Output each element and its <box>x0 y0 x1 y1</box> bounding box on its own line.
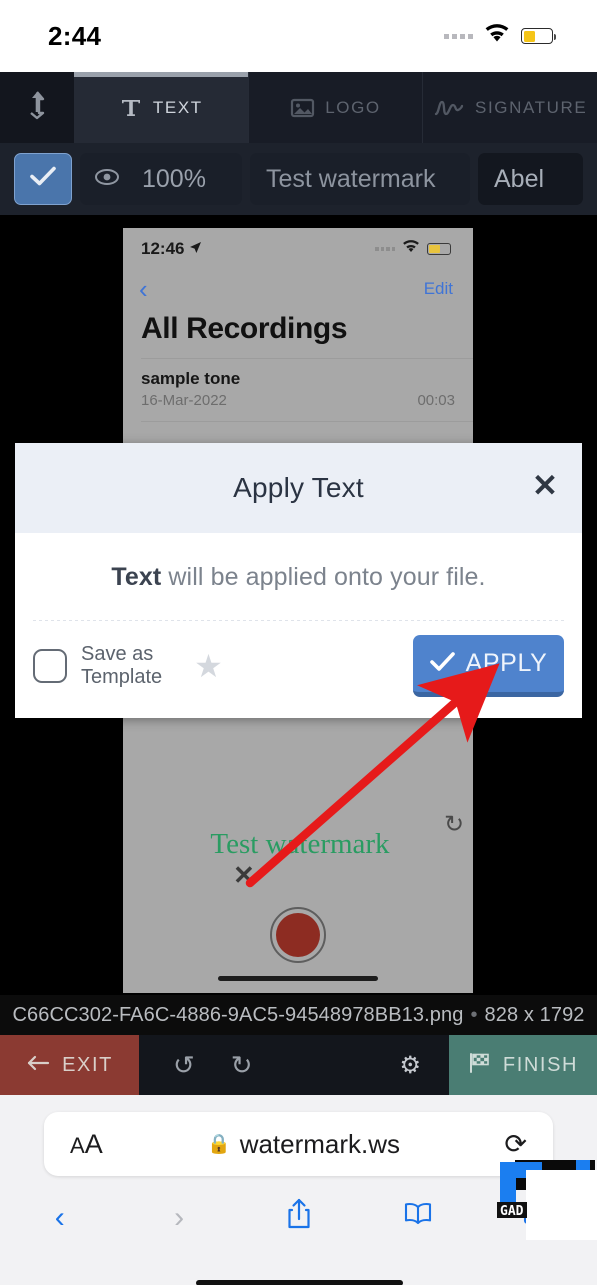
upload-arrow-icon <box>26 90 48 125</box>
modal-header: Apply Text ✕ <box>15 443 582 533</box>
preview-status-indicators <box>375 240 451 258</box>
sidebar-item-upload[interactable] <box>0 72 74 143</box>
record-button-icon <box>270 907 326 963</box>
preview-status-bar: 12:46 <box>123 228 473 270</box>
text-T-icon <box>119 96 143 120</box>
tab-logo[interactable]: LOGO <box>247 72 423 143</box>
watermark-text-input[interactable]: Test watermark <box>250 153 470 205</box>
save-as-template-control[interactable]: Save as Template ★ <box>33 643 223 689</box>
watermark-preview-text[interactable]: Test watermark <box>145 828 455 861</box>
url-text[interactable]: 🔒 watermark.ws <box>103 1129 505 1160</box>
share-icon[interactable] <box>239 1198 358 1238</box>
recording-duration: 00:03 <box>417 392 455 409</box>
wifi-icon <box>484 24 510 48</box>
app-root: 2:44 TEXT LOGO SIGNATURE 100% Test water… <box>0 0 597 1285</box>
modal-footer: Save as Template ★ APPLY <box>15 621 582 697</box>
modal-message: Text will be applied onto your file. <box>15 563 582 592</box>
preview-home-indicator <box>218 976 378 981</box>
preview-divider-2 <box>141 421 473 422</box>
exit-button[interactable]: EXIT <box>0 1035 139 1095</box>
checkmark-icon <box>30 165 56 193</box>
checkered-flag-icon <box>468 1052 492 1079</box>
file-info-bar: C66CC302-FA6C-4886-9AC5-94548978BB13.png… <box>0 995 597 1035</box>
finish-button-label: FINISH <box>502 1053 579 1076</box>
apply-button[interactable]: APPLY <box>413 635 564 697</box>
editor-tab-bar: TEXT LOGO SIGNATURE <box>0 72 597 143</box>
preview-wifi-icon <box>402 240 420 258</box>
save-template-label-line2: Template <box>81 666 163 688</box>
image-logo-icon <box>290 97 315 119</box>
preview-page-title: All Recordings <box>141 312 348 345</box>
preview-back-icon[interactable]: ‹ <box>139 276 148 302</box>
gad-logo-watermark: GAD <box>497 1160 597 1240</box>
file-separator: • <box>470 1003 478 1026</box>
eye-icon <box>94 165 120 193</box>
battery-icon <box>521 28 556 44</box>
tab-text-label: TEXT <box>152 97 203 117</box>
save-template-label-line1: Save as <box>81 643 154 665</box>
watermark-properties-toolbar: 100% Test watermark Abel <box>0 143 597 215</box>
redo-icon[interactable]: ↻ <box>231 1050 253 1081</box>
book-icon[interactable] <box>358 1201 477 1235</box>
page-title: Apply Text <box>233 472 364 503</box>
save-template-label: Save as Template <box>81 643 162 689</box>
modal-body: Text will be applied onto your file. Sav… <box>15 533 582 697</box>
tab-signature-label: SIGNATURE <box>475 97 588 117</box>
file-dimensions: 828 x 1792 <box>484 1003 585 1026</box>
apply-button-label: APPLY <box>465 649 548 677</box>
undo-icon[interactable]: ↺ <box>173 1050 195 1081</box>
checkmark-icon <box>429 649 455 678</box>
preview-edit-button[interactable]: Edit <box>424 279 453 299</box>
safari-forward-icon[interactable]: › <box>119 1201 238 1235</box>
history-controls: ↺ ↻ <box>139 1050 253 1081</box>
tab-logo-label: LOGO <box>325 97 381 117</box>
signal-dots-icon <box>444 33 473 39</box>
enable-watermark-checkbox[interactable] <box>14 153 72 205</box>
preview-nav-bar: ‹ Edit <box>123 270 473 304</box>
url-bar[interactable]: AA 🔒 watermark.ws ⟳ <box>44 1112 553 1176</box>
lock-icon: 🔒 <box>207 1134 231 1155</box>
exit-button-label: EXIT <box>62 1053 113 1076</box>
close-x-icon[interactable]: ✕ <box>233 860 255 891</box>
svg-text:GAD: GAD <box>500 1204 524 1219</box>
modal-message-rest: will be applied onto your file. <box>161 563 486 591</box>
finish-button[interactable]: FINISH <box>449 1035 597 1095</box>
preview-status-time: 12:46 <box>141 239 202 259</box>
text-size-icon[interactable]: AA <box>70 1129 103 1160</box>
rotate-icon[interactable]: ↻ <box>444 810 464 839</box>
signature-squiggle-icon <box>433 96 465 120</box>
opacity-control[interactable]: 100% <box>80 153 242 205</box>
star-icon: ★ <box>194 648 223 684</box>
status-bar-time: 2:44 <box>48 20 102 51</box>
url-value: watermark.ws <box>239 1128 401 1159</box>
recording-meta: 16-Mar-2022 00:03 <box>141 392 455 409</box>
tab-signature[interactable]: SIGNATURE <box>422 72 597 143</box>
recording-date: 16-Mar-2022 <box>141 392 227 409</box>
preview-battery-icon <box>427 243 451 255</box>
opacity-value: 100% <box>142 164 206 193</box>
file-name: C66CC302-FA6C-4886-9AC5-94548978BB13.png <box>12 1003 464 1026</box>
status-bar-indicators <box>444 24 556 48</box>
modal-message-bold: Text <box>111 563 162 591</box>
arrow-left-icon <box>26 1054 50 1077</box>
location-arrow-icon <box>189 239 202 259</box>
preview-signal-dots-icon <box>375 247 395 251</box>
tab-text[interactable]: TEXT <box>74 72 248 143</box>
editor-bottom-toolbar: EXIT ↺ ↻ ⚙ FINISH <box>0 1035 597 1095</box>
safari-back-icon[interactable]: ‹ <box>0 1201 119 1235</box>
close-icon[interactable]: ✕ <box>532 470 558 501</box>
gear-icon[interactable]: ⚙ <box>399 1051 421 1080</box>
apply-text-modal: Apply Text ✕ Text will be applied onto y… <box>15 443 582 718</box>
recording-name: sample tone <box>141 369 241 388</box>
ios-status-bar: 2:44 <box>0 0 597 72</box>
save-template-checkbox[interactable] <box>33 649 67 683</box>
list-item[interactable]: sample tone 16-Mar-2022 00:03 <box>123 359 473 421</box>
font-select[interactable]: Abel <box>478 153 583 205</box>
